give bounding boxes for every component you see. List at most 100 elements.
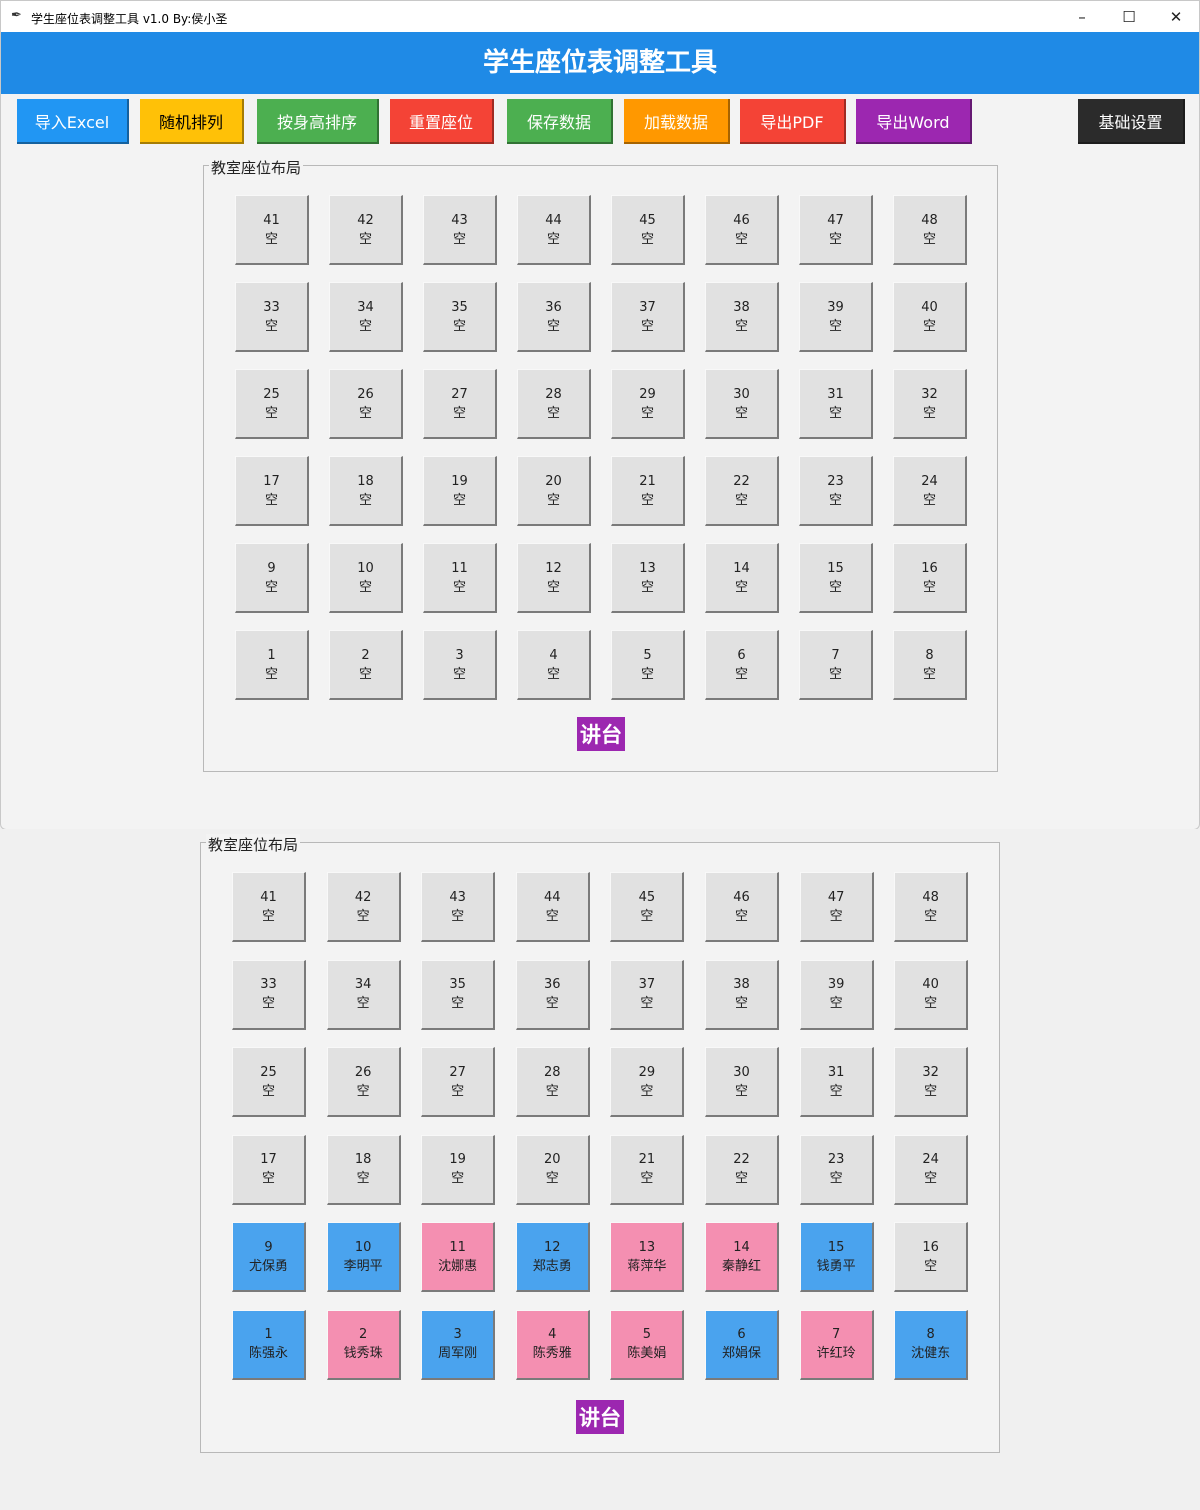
save-data-button[interactable]: 保存数据 xyxy=(507,99,613,144)
seat-button[interactable]: 32 空 xyxy=(894,1047,969,1117)
seat-button[interactable]: 11 空 xyxy=(423,543,497,613)
seat-button[interactable]: 3空 xyxy=(423,630,497,700)
seat-button[interactable]: 47 空 xyxy=(799,872,874,942)
seat-button[interactable]: 23 空 xyxy=(799,456,873,526)
seat-button[interactable]: 15 钱勇平 xyxy=(799,1222,874,1292)
seat-button[interactable]: 19 空 xyxy=(421,1134,496,1205)
seat-button[interactable]: 27 空 xyxy=(423,369,497,439)
seat-button[interactable]: 28 空 xyxy=(515,1047,590,1117)
seat-button[interactable]: 16 空 xyxy=(893,543,967,613)
seat-button[interactable]: 14 空 xyxy=(705,543,779,613)
seat-button[interactable]: 38 空 xyxy=(705,959,779,1030)
seat-button[interactable]: 20 空 xyxy=(515,1134,590,1205)
minimize-button[interactable]: – xyxy=(1059,1,1105,32)
seat-button[interactable]: 10 李明平 xyxy=(326,1222,401,1292)
maximize-button[interactable]: ☐ xyxy=(1106,1,1152,32)
sort-by-height-button[interactable]: 按身高排序 xyxy=(257,99,379,144)
seat-button[interactable]: 27 空 xyxy=(421,1047,496,1117)
seat-button[interactable]: 18 空 xyxy=(326,1134,401,1205)
seat-button[interactable]: 45 空 xyxy=(611,195,685,265)
seat-button[interactable]: 11 沈娜惠 xyxy=(421,1222,496,1292)
seat-button[interactable]: 48 空 xyxy=(893,195,967,265)
seat-button[interactable]: 5 陈美娟 xyxy=(610,1309,685,1380)
seat-button[interactable]: 22 空 xyxy=(705,1134,779,1205)
seat-button[interactable]: 8 沈健东 xyxy=(894,1309,969,1380)
random-arrange-button[interactable]: 随机排列 xyxy=(140,99,244,144)
seat-button[interactable]: 36 空 xyxy=(515,959,590,1030)
seat-button[interactable]: 10 空 xyxy=(329,543,403,613)
seat-button[interactable]: 45 空 xyxy=(610,872,685,942)
seat-button[interactable]: 41 空 xyxy=(235,195,309,265)
close-button[interactable]: ✕ xyxy=(1153,1,1199,32)
seat-button[interactable]: 42 空 xyxy=(329,195,403,265)
seat-button[interactable]: 42 空 xyxy=(326,872,401,942)
seat-button[interactable]: 24 空 xyxy=(893,456,967,526)
seat-button[interactable]: 46 空 xyxy=(705,872,779,942)
seat-button[interactable]: 18 空 xyxy=(329,456,403,526)
seat-button[interactable]: 33 空 xyxy=(232,959,306,1030)
seat-button[interactable]: 44 空 xyxy=(517,195,591,265)
seat-button[interactable]: 43 空 xyxy=(421,872,496,942)
seat-button[interactable]: 15 空 xyxy=(799,543,873,613)
seat-button[interactable]: 2 钱秀珠 xyxy=(326,1309,401,1380)
seat-button[interactable]: 5空 xyxy=(611,630,685,700)
export-pdf-button[interactable]: 导出PDF xyxy=(740,99,846,144)
seat-button[interactable]: 25 空 xyxy=(232,1047,306,1117)
seat-button[interactable]: 28 空 xyxy=(517,369,591,439)
seat-button[interactable]: 31 空 xyxy=(799,369,873,439)
seat-button[interactable]: 34 空 xyxy=(326,959,401,1030)
seat-button[interactable]: 17 空 xyxy=(235,456,309,526)
seat-button[interactable]: 37 空 xyxy=(610,959,685,1030)
seat-button[interactable]: 20 空 xyxy=(517,456,591,526)
seat-button[interactable]: 43 空 xyxy=(423,195,497,265)
seat-button[interactable]: 35 空 xyxy=(421,959,496,1030)
seat-button[interactable]: 12 空 xyxy=(517,543,591,613)
seat-button[interactable]: 14 秦静红 xyxy=(705,1222,779,1292)
load-data-button[interactable]: 加载数据 xyxy=(624,99,730,144)
seat-button[interactable]: 37 空 xyxy=(611,282,685,352)
seat-button[interactable]: 1空 xyxy=(235,630,309,700)
seat-button[interactable]: 34 空 xyxy=(329,282,403,352)
basic-settings-button[interactable]: 基础设置 xyxy=(1078,99,1185,144)
seat-button[interactable]: 13 空 xyxy=(611,543,685,613)
seat-button[interactable]: 21 空 xyxy=(611,456,685,526)
seat-button[interactable]: 39 空 xyxy=(799,959,874,1030)
seat-button[interactable]: 4 陈秀雅 xyxy=(515,1309,590,1380)
seat-button[interactable]: 21 空 xyxy=(610,1134,685,1205)
seat-button[interactable]: 23 空 xyxy=(799,1134,874,1205)
export-word-button[interactable]: 导出Word xyxy=(856,99,972,144)
seat-button[interactable]: 3 周军刚 xyxy=(421,1309,496,1380)
seat-button[interactable]: 25 空 xyxy=(235,369,309,439)
seat-button[interactable]: 46 空 xyxy=(705,195,779,265)
seat-button[interactable]: 9 尤保勇 xyxy=(232,1222,306,1292)
seat-button[interactable]: 6空 xyxy=(705,630,779,700)
seat-button[interactable]: 44 空 xyxy=(515,872,590,942)
seat-button[interactable]: 26 空 xyxy=(326,1047,401,1117)
reset-seats-button[interactable]: 重置座位 xyxy=(390,99,494,144)
seat-button[interactable]: 39 空 xyxy=(799,282,873,352)
seat-button[interactable]: 7空 xyxy=(799,630,873,700)
seat-button[interactable]: 48 空 xyxy=(894,872,969,942)
seat-button[interactable]: 7 许红玲 xyxy=(799,1309,874,1380)
seat-button[interactable]: 17 空 xyxy=(232,1134,306,1205)
seat-button[interactable]: 1 陈强永 xyxy=(232,1309,306,1380)
seat-button[interactable]: 38 空 xyxy=(705,282,779,352)
seat-button[interactable]: 24 空 xyxy=(894,1134,969,1205)
seat-button[interactable]: 40 空 xyxy=(893,282,967,352)
seat-button[interactable]: 4空 xyxy=(517,630,591,700)
seat-button[interactable]: 32 空 xyxy=(893,369,967,439)
import-excel-button[interactable]: 导入Excel xyxy=(17,99,129,144)
seat-button[interactable]: 9空 xyxy=(235,543,309,613)
seat-button[interactable]: 35 空 xyxy=(423,282,497,352)
seat-button[interactable]: 16 空 xyxy=(894,1222,969,1292)
seat-button[interactable]: 6 郑娟保 xyxy=(705,1309,779,1380)
seat-button[interactable]: 29 空 xyxy=(611,369,685,439)
seat-button[interactable]: 47 空 xyxy=(799,195,873,265)
seat-button[interactable]: 19 空 xyxy=(423,456,497,526)
seat-button[interactable]: 40 空 xyxy=(894,959,969,1030)
seat-button[interactable]: 22 空 xyxy=(705,456,779,526)
seat-button[interactable]: 13 蒋萍华 xyxy=(610,1222,685,1292)
seat-button[interactable]: 41 空 xyxy=(232,872,306,942)
seat-button[interactable]: 26 空 xyxy=(329,369,403,439)
seat-button[interactable]: 29 空 xyxy=(610,1047,685,1117)
